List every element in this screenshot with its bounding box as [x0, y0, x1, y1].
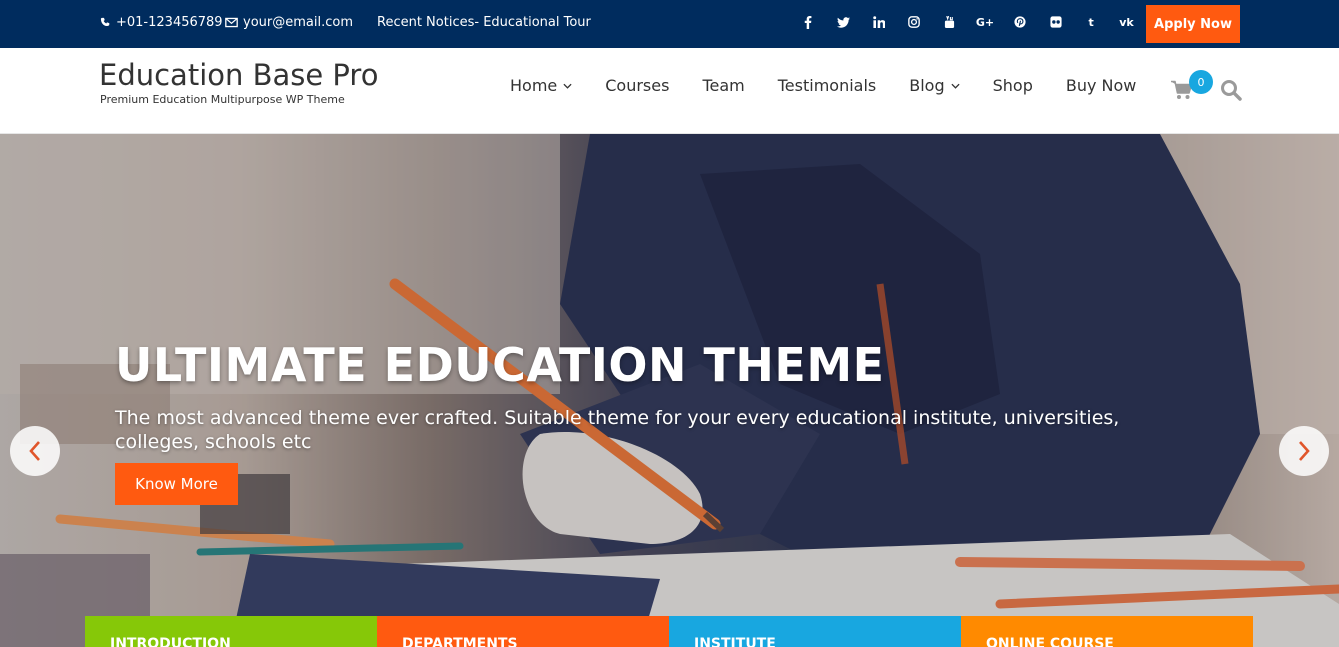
top-bar: +01-123456789 your@email.com Recent Noti…: [0, 0, 1339, 48]
tile-online-course[interactable]: ONLINE COURSE: [961, 616, 1253, 647]
nav-item-label: Home: [510, 76, 558, 95]
linkedin-icon[interactable]: [867, 10, 891, 34]
nav-item-courses[interactable]: Courses: [605, 76, 669, 95]
apply-now-button[interactable]: Apply Now: [1146, 5, 1240, 43]
hero-title: ULTIMATE EDUCATION THEME: [115, 338, 885, 392]
nav-item-testimonials[interactable]: Testimonials: [778, 76, 877, 95]
hero-slider: ULTIMATE EDUCATION THEME The most advanc…: [0, 134, 1339, 647]
envelope-icon: [225, 17, 238, 27]
main-navigation: Home Courses Team Testimonials Blog Shop…: [510, 76, 1169, 95]
tile-introduction[interactable]: INTRODUCTION: [85, 616, 377, 647]
tile-departments[interactable]: DEPARTMENTS: [377, 616, 669, 647]
slider-prev-button[interactable]: [10, 426, 60, 476]
search-icon[interactable]: [1219, 78, 1243, 102]
youtube-icon[interactable]: [938, 10, 962, 34]
facebook-icon[interactable]: [796, 10, 820, 34]
twitter-icon[interactable]: [831, 10, 855, 34]
google-plus-icon[interactable]: G+: [973, 10, 997, 34]
chevron-down-icon: [563, 83, 572, 89]
nav-item-shop[interactable]: Shop: [993, 76, 1033, 95]
nav-item-label: Team: [702, 76, 745, 95]
feature-tiles: INTRODUCTION DEPARTMENTS INSTITUTE ONLIN…: [85, 616, 1253, 647]
nav-item-label: Testimonials: [777, 76, 877, 95]
instagram-icon[interactable]: [902, 10, 926, 34]
phone-number: +01-123456789: [116, 14, 223, 30]
nav-item-team[interactable]: Team: [702, 76, 744, 95]
chevron-down-icon: [951, 83, 960, 89]
cart-count-badge: 0: [1189, 70, 1213, 94]
nav-item-buy-now[interactable]: Buy Now: [1066, 76, 1137, 95]
social-links: G+ t vk: [796, 10, 1150, 34]
site-header: Education Base Pro Premium Education Mul…: [0, 48, 1339, 134]
site-tagline: Premium Education Multipurpose WP Theme: [100, 93, 345, 106]
notice-text: Recent Notices- Educational Tour: [377, 14, 591, 30]
nav-item-label: Courses: [605, 76, 670, 95]
nav-item-label: Shop: [992, 76, 1033, 95]
hero-description: The most advanced theme ever crafted. Su…: [115, 407, 1120, 453]
phone-contact[interactable]: +01-123456789: [100, 0, 223, 44]
email-contact[interactable]: your@email.com: [225, 0, 353, 44]
site-title[interactable]: Education Base Pro: [99, 58, 378, 92]
nav-item-blog[interactable]: Blog: [909, 76, 960, 95]
tile-institute[interactable]: INSTITUTE: [669, 616, 961, 647]
nav-item-home[interactable]: Home: [510, 76, 572, 95]
tumblr-icon[interactable]: t: [1079, 10, 1103, 34]
phone-icon: [100, 17, 110, 26]
recent-notice[interactable]: Recent Notices- Educational Tour: [377, 0, 591, 44]
pinterest-icon[interactable]: [1008, 10, 1032, 34]
email-address: your@email.com: [243, 14, 353, 30]
vk-icon[interactable]: vk: [1115, 10, 1139, 34]
know-more-button[interactable]: Know More: [115, 463, 238, 505]
nav-item-label: Buy Now: [1065, 76, 1137, 95]
flickr-icon[interactable]: [1044, 10, 1068, 34]
slider-next-button[interactable]: [1279, 426, 1329, 476]
chevron-right-icon: [1299, 441, 1310, 461]
chevron-left-icon: [29, 441, 40, 461]
nav-item-label: Blog: [909, 76, 945, 95]
